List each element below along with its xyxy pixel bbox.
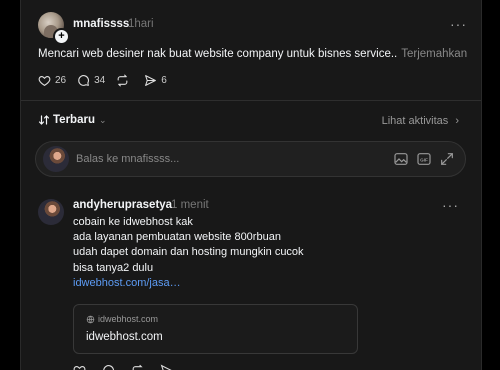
view-activity-label: Lihat aktivitas bbox=[381, 115, 449, 127]
view-activity-link[interactable]: Lihat aktivitas › bbox=[382, 115, 459, 127]
like-button[interactable]: 26 bbox=[38, 74, 66, 87]
section-divider bbox=[21, 100, 481, 101]
comment-count: 34 bbox=[94, 74, 106, 86]
comment-line: udah dapet domain dan hosting mungkin cu… bbox=[73, 246, 304, 259]
post-body: Mencari web desiner nak buat website com… bbox=[38, 48, 398, 60]
current-user-avatar bbox=[43, 146, 69, 172]
svg-text:GIF: GIF bbox=[420, 157, 428, 162]
comment-line: ada layanan pembuatan website 800rbuan bbox=[73, 231, 281, 244]
share-button[interactable]: 6 bbox=[144, 74, 167, 87]
repost-icon bbox=[117, 74, 128, 86]
post-text: Mencari web desiner nak buat website com… bbox=[38, 48, 467, 60]
globe-icon bbox=[86, 315, 95, 323]
repost-icon[interactable] bbox=[131, 364, 144, 370]
image-icon[interactable] bbox=[393, 151, 409, 167]
comment-line: bisa tanya2 dulu bbox=[73, 261, 154, 274]
post-time: 1hari bbox=[128, 18, 154, 30]
preview-title: idwebhost.com bbox=[86, 331, 163, 343]
commenter-avatar[interactable] bbox=[38, 199, 64, 225]
post-actions: 26 34 6 bbox=[38, 72, 178, 88]
reply-composer[interactable]: GIF bbox=[35, 141, 466, 177]
gif-icon[interactable]: GIF bbox=[416, 151, 432, 167]
like-count: 26 bbox=[55, 74, 67, 86]
comment-button[interactable]: 34 bbox=[77, 74, 105, 87]
comment-time: 1 menit bbox=[171, 199, 209, 211]
post-username[interactable]: mnafissss bbox=[73, 18, 129, 30]
comment-icon bbox=[78, 74, 90, 86]
preview-host: idwebhost.com bbox=[86, 314, 158, 324]
chevron-down-icon: ⌄ bbox=[98, 114, 107, 125]
send-icon bbox=[145, 74, 157, 86]
sort-arrows-icon bbox=[38, 115, 50, 125]
comment-line: cobain ke idwebhost kak bbox=[73, 216, 193, 228]
send-icon[interactable] bbox=[160, 364, 173, 370]
reply-input[interactable] bbox=[74, 150, 378, 168]
comment-actions bbox=[73, 364, 189, 370]
comment-icon[interactable] bbox=[102, 364, 115, 370]
preview-host-text: idwebhost.com bbox=[98, 314, 159, 324]
thread-card: + mnafissss 1hari ··· Mencari web desine… bbox=[20, 0, 482, 370]
follow-plus-icon[interactable]: + bbox=[53, 28, 70, 45]
heart-icon bbox=[38, 75, 51, 86]
comment-more-icon[interactable]: ··· bbox=[442, 197, 459, 213]
link-preview-card[interactable]: idwebhost.com idwebhost.com bbox=[73, 304, 358, 354]
sort-label: Terbaru bbox=[53, 114, 95, 126]
post-more-icon[interactable]: ··· bbox=[450, 16, 467, 32]
post-header: + mnafissss 1hari ··· bbox=[38, 12, 467, 45]
share-count: 6 bbox=[161, 74, 167, 86]
translate-link[interactable]: Terjemahkan bbox=[401, 48, 467, 60]
repost-button[interactable] bbox=[116, 74, 133, 87]
comment-body: cobain ke idwebhost kak ada layanan pemb… bbox=[73, 215, 304, 291]
chevron-right-icon: › bbox=[455, 115, 459, 127]
comment-link[interactable]: idwebhost.com/jasa… bbox=[73, 276, 304, 291]
sort-dropdown[interactable]: Terbaru ⌄ bbox=[38, 114, 107, 126]
heart-icon[interactable] bbox=[73, 364, 86, 370]
commenter-username[interactable]: andyheruprasetya bbox=[73, 199, 172, 211]
expand-icon[interactable] bbox=[439, 151, 455, 167]
reply-tools: GIF bbox=[386, 151, 455, 167]
